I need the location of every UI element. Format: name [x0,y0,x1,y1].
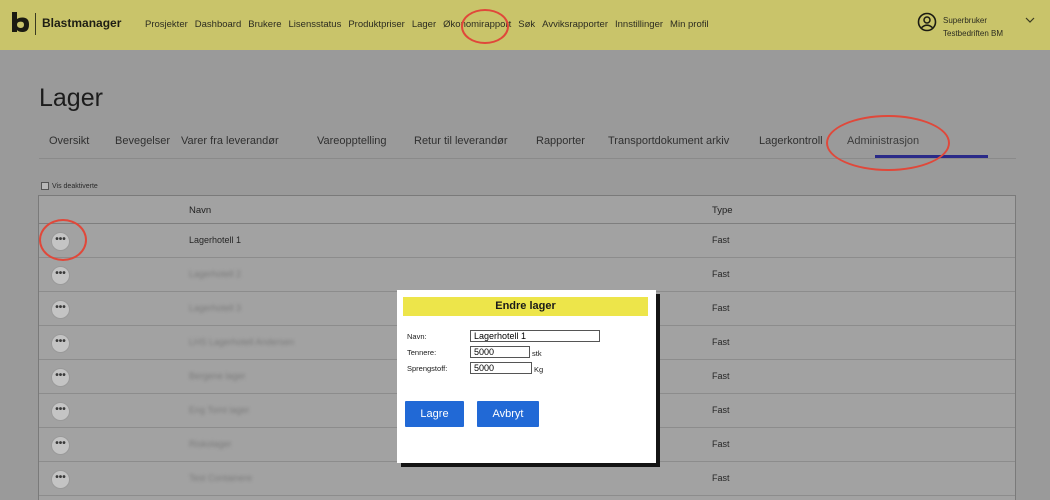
nav-item-prosjekter[interactable]: Prosjekter [145,19,188,30]
name-input[interactable] [470,330,600,342]
highlight-ring-administrasjon-tab [826,115,950,171]
explosives-unit: Kg [534,365,544,374]
table-row[interactable]: ••• Test Containere Fast [39,462,1015,496]
name-label: Navn: [407,332,427,341]
user-circle-icon[interactable] [917,12,937,32]
row-type: Fast [712,337,730,347]
save-button[interactable]: Lagre [405,401,464,427]
highlight-ring-row-menu [39,219,87,261]
row-type: Fast [712,269,730,279]
row-actions-button[interactable]: ••• [51,368,70,387]
row-name: Lagerhotell 2 [189,269,242,279]
highlight-ring-lager-nav [461,9,509,44]
page-title: Lager [39,84,103,112]
row-actions-button[interactable]: ••• [51,402,70,421]
row-type: Fast [712,371,730,381]
explosives-label: Sprengstoff: [407,364,448,373]
user-role: Superbruker [943,16,988,25]
row-actions-button[interactable]: ••• [51,334,70,353]
main-nav: Prosjekter Dashboard Brukere Lisensstatus Pr… [145,19,709,30]
tab-varer-fra-leverandør[interactable]: Varer fra leverandør [181,135,279,147]
tab-retur-til-leverandør[interactable]: Retur til leverandør [414,135,508,147]
brand-divider [35,13,36,35]
row-actions-button[interactable]: ••• [51,300,70,319]
top-navigation-bar: Blastmanager Prosjekter Dashboard Brukere L… [0,0,1050,50]
nav-item-avviksrapporter[interactable]: Avviksrapporter [542,19,608,30]
tab-oversikt[interactable]: Oversikt [49,135,89,147]
nav-item-søk[interactable]: Søk [518,19,535,30]
brand-name[interactable]: Blastmanager [42,16,121,30]
user-company: Testbedriften BM [943,29,1004,38]
nav-item-lisensstatus[interactable]: Lisensstatus [289,19,342,30]
column-header-name: Navn [189,205,212,216]
edit-storage-dialog: Endre lager Navn: Tennere: stk Sprengsto… [397,290,656,463]
nav-item-brukere[interactable]: Brukere [248,19,281,30]
table-row[interactable]: ••• Lagerhotell 1 Fast [39,224,1015,258]
row-name: Riskolager [189,439,232,449]
detonators-input[interactable] [470,346,530,358]
row-name: Test Containere [189,473,253,483]
tab-lagerkontroll[interactable]: Lagerkontroll [759,135,823,147]
nav-item-lager[interactable]: Lager [412,19,436,30]
row-name: Eng Tomt lager [189,405,250,415]
nav-item-innstillinger[interactable]: Innstillinger [615,19,663,30]
tab-transportdokument-arkiv[interactable]: Transportdokument arkiv [608,135,729,147]
row-type: Fast [712,235,730,245]
nav-item-produktpriser[interactable]: Produktpriser [348,19,405,30]
chevron-down-icon[interactable] [1025,16,1035,24]
row-type: Fast [712,303,730,313]
nav-item-dashboard[interactable]: Dashboard [195,19,241,30]
dialog-title: Endre lager [403,297,648,316]
tab-bevegelser[interactable]: Bevegelser [115,135,170,147]
explosives-input[interactable] [470,362,532,374]
show-deactivated-checkbox[interactable] [41,182,49,190]
table-header: Navn Type [39,196,1015,224]
row-type: Fast [712,439,730,449]
detonators-label: Tennere: [407,348,437,357]
user-menu[interactable]: Superbruker Testbedriften BM [943,14,1003,40]
row-name: Lagerhotell 1 [189,235,242,245]
row-actions-button[interactable]: ••• [51,470,70,489]
row-type: Fast [712,405,730,415]
blastmanager-logo-icon[interactable] [9,10,33,34]
cancel-button[interactable]: Avbryt [477,401,539,427]
show-deactivated-filter[interactable]: Vis deaktiverte [41,182,98,190]
nav-item-min-profil[interactable]: Min profil [670,19,709,30]
detonators-unit: stk [532,349,542,358]
row-name: Lagerhotell 3 [189,303,242,313]
row-name: LHS Lagerhotell Andersen [189,337,295,347]
row-name: Bergene lager [189,371,246,381]
row-actions-button[interactable]: ••• [51,266,70,285]
column-header-type: Type [712,205,733,216]
tab-vareopptelling[interactable]: Vareopptelling [317,135,387,147]
row-type: Fast [712,473,730,483]
row-actions-button[interactable]: ••• [51,436,70,455]
show-deactivated-label: Vis deaktiverte [52,182,98,190]
table-row[interactable]: ••• Lagerhotell 2 Fast [39,258,1015,292]
tab-rapporter[interactable]: Rapporter [536,135,585,147]
